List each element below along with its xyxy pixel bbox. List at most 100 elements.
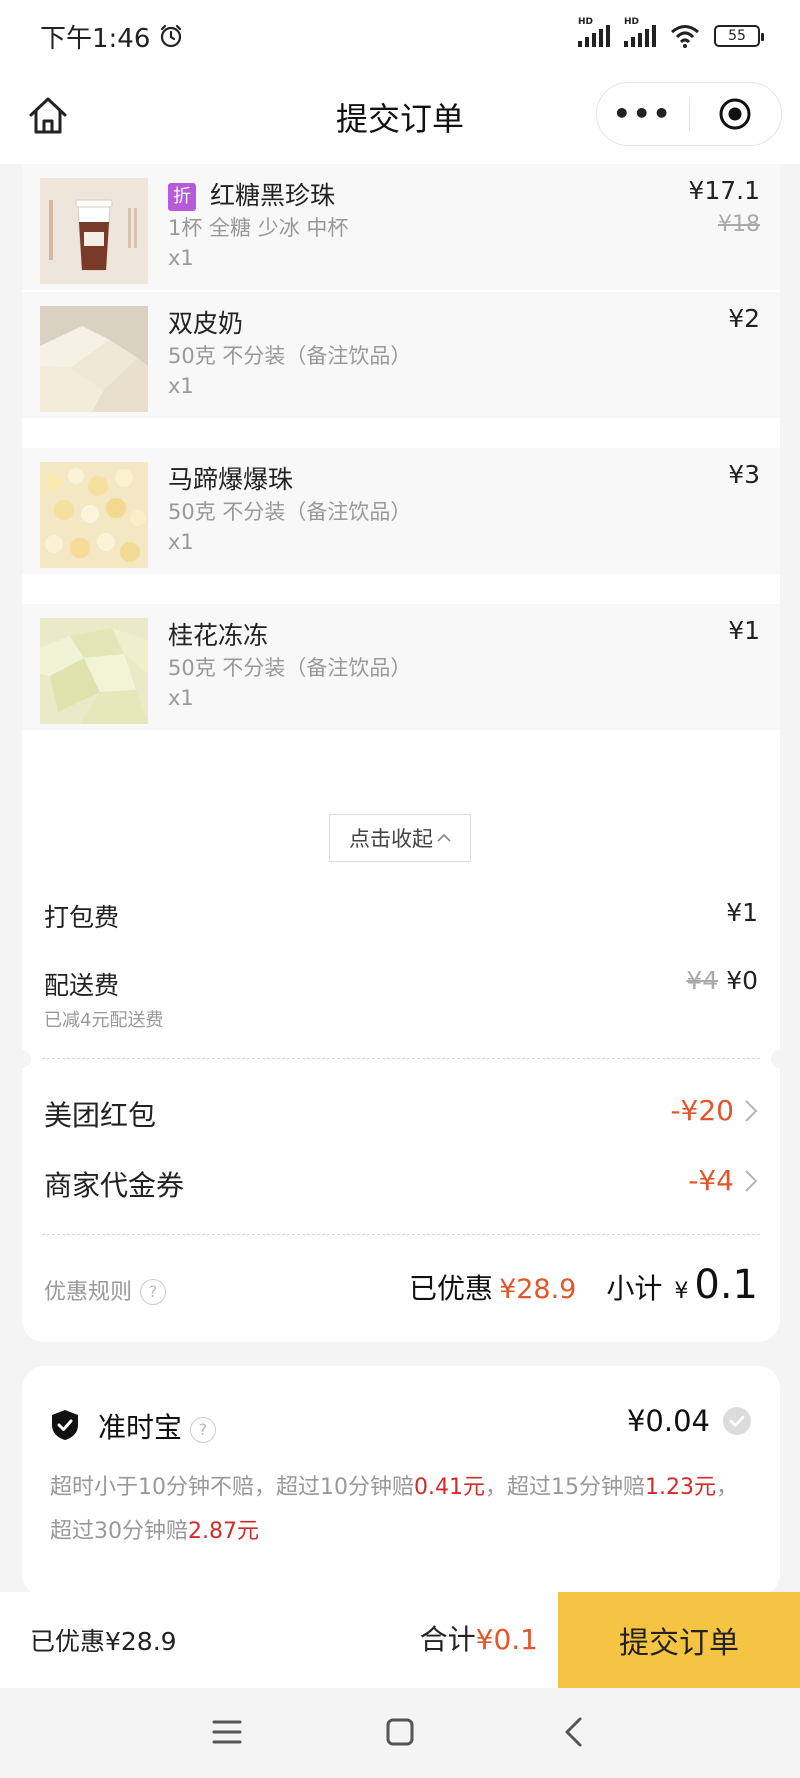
promo-label: 美团红包 [44, 1099, 157, 1132]
item-name: 折红糖黑珍珠 [168, 176, 335, 212]
insurance-title-row: 准时宝? [98, 1406, 217, 1446]
system-nav-bar [0, 1688, 800, 1778]
bottom-total: 合计¥0.1 [420, 1618, 538, 1658]
discount-value: ¥28.9 [499, 1274, 577, 1305]
target-icon [719, 98, 751, 130]
promo-value: -¥4 [688, 1164, 734, 1197]
order-card: 折红糖黑珍珠 1杯 全糖 少冰 中杯 x1 ¥17.1 ¥18 双皮奶 50克 … [13, 164, 789, 1342]
item-name: 桂花冻冻 [168, 621, 269, 650]
item-spec: 50克 不分装（备注饮品） [168, 500, 412, 524]
insurance-amount-3: 2.87元 [188, 1519, 259, 1544]
product-image [40, 306, 148, 412]
hd-label-2: HD [624, 17, 640, 27]
item-name: 马蹄爆爆珠 [168, 465, 294, 494]
subtotal-currency: ¥ [674, 1279, 689, 1304]
shield-check-icon [52, 1410, 78, 1440]
item-spec: 1杯 全糖 少冰 中杯 [168, 216, 349, 240]
item-price: ¥3 [728, 460, 760, 489]
item-price: ¥2 [728, 304, 760, 333]
total-label: 合计 [419, 1623, 476, 1656]
status-time: 下午1:46 [40, 23, 151, 54]
back-icon[interactable] [562, 1716, 584, 1748]
packing-fee-value: ¥1 [726, 898, 758, 927]
bottom-bar: 已优惠¥28.9 合计¥0.1 提交订单 [0, 1592, 800, 1688]
item-qty: x1 [168, 530, 194, 554]
list-item[interactable]: 双皮奶 50克 不分装（备注饮品） x1 ¥2 [22, 292, 780, 418]
total-value: ¥0.1 [475, 1623, 538, 1656]
list-item[interactable]: 马蹄爆爆珠 50克 不分装（备注饮品） x1 ¥3 [22, 448, 780, 574]
delivery-price: ¥0 [726, 966, 758, 995]
item-price: ¥17.1 [688, 176, 760, 205]
chevron-up-icon [437, 833, 451, 842]
submit-order-button[interactable]: 提交订单 [558, 1592, 800, 1688]
delivery-fee-note: 已减4元配送费 [44, 1010, 164, 1031]
help-icon[interactable]: ? [190, 1416, 217, 1443]
item-name-text: 红糖黑珍珠 [210, 181, 336, 210]
insurance-amount-2: 1.23元 [645, 1475, 716, 1500]
hd-label: HD [578, 17, 594, 27]
packing-fee-label: 打包费 [44, 903, 120, 932]
collapse-label: 点击收起 [349, 827, 433, 851]
mini-program-capsule: ••• [596, 82, 782, 146]
wifi-icon [671, 25, 699, 48]
home-square-icon[interactable] [386, 1718, 414, 1746]
menu-icon[interactable] [212, 1718, 242, 1746]
status-left: 下午1:46 [40, 18, 184, 55]
rules-label: 优惠规则 [44, 1280, 133, 1305]
discount-rules[interactable]: 优惠规则? [44, 1274, 167, 1306]
insurance-desc-1: 超时小于10分钟不赔，超过10分钟赔 [50, 1475, 414, 1500]
item-name: 双皮奶 [168, 309, 244, 338]
card-notch-left [13, 1050, 31, 1068]
nav-bar: 提交订单 ••• [0, 72, 800, 164]
close-program-button[interactable] [690, 97, 782, 131]
promo-value: -¥20 [670, 1094, 734, 1127]
signal-icon: HD [578, 17, 610, 47]
merchant-coupon-row[interactable]: 商家代金券 -¥4 [44, 1164, 758, 1204]
ontime-insurance-card: 准时宝? ¥0.04 超时小于10分钟不赔，超过10分钟赔0.41元，超过15分… [22, 1366, 780, 1596]
insurance-title: 准时宝 [98, 1411, 183, 1444]
item-qty: x1 [168, 246, 194, 270]
item-spec: 50克 不分装（备注饮品） [168, 344, 412, 368]
card-notch-right [771, 1050, 789, 1068]
insurance-desc-2: ，超过15分钟赔 [485, 1475, 645, 1500]
delivery-fee-row: 配送费 ¥4 ¥0 [44, 966, 758, 1002]
item-original-price: ¥18 [718, 212, 760, 237]
subtotal-label: 小计 [606, 1272, 663, 1305]
bottom-discount-text: 已优惠¥28.9 [30, 1627, 177, 1656]
product-image [40, 618, 148, 724]
promo-label: 商家代金券 [44, 1169, 185, 1202]
list-item[interactable]: 折红糖黑珍珠 1杯 全糖 少冰 中杯 x1 ¥17.1 ¥18 [22, 164, 780, 290]
subtotal-value: 0.1 [694, 1262, 758, 1308]
battery-level: 55 [728, 28, 746, 44]
delivery-original-price: ¥4 [686, 966, 719, 995]
product-image [40, 178, 148, 284]
chevron-right-icon [745, 1100, 758, 1122]
chevron-right-icon [745, 1170, 758, 1192]
delivery-fee-label: 配送费 [44, 971, 120, 1000]
item-qty: x1 [168, 686, 194, 710]
product-image [40, 462, 148, 568]
divider [42, 1234, 760, 1235]
help-icon: ? [140, 1278, 167, 1305]
insurance-description: 超时小于10分钟不赔，超过10分钟赔0.41元，超过15分钟赔1.23元，超过3… [50, 1466, 750, 1554]
order-summary: 已优惠 ¥28.9 小计 ¥ 0.1 [409, 1262, 758, 1308]
battery-icon: 55 [714, 25, 764, 47]
packing-fee-row: 打包费 ¥1 [44, 898, 758, 934]
status-bar: 下午1:46 HD HD 55 [0, 0, 800, 72]
item-price: ¥1 [728, 616, 760, 645]
collapse-button[interactable]: 点击收起 [329, 814, 471, 862]
check-circle-icon[interactable] [722, 1406, 752, 1436]
meituan-redpacket-row[interactable]: 美团红包 -¥20 [44, 1094, 758, 1134]
discount-tag: 折 [168, 183, 196, 211]
alarm-icon [161, 24, 182, 48]
signal-icon-2: HD [624, 17, 656, 47]
more-button[interactable]: ••• [597, 100, 689, 128]
divider [42, 1058, 760, 1059]
insurance-price: ¥0.04 [626, 1404, 710, 1438]
status-right: HD HD 55 [578, 17, 764, 48]
discount-label: 已优惠 [409, 1272, 494, 1305]
list-item[interactable]: 桂花冻冻 50克 不分装（备注饮品） x1 ¥1 [22, 604, 780, 730]
delivery-fee-value: ¥4 ¥0 [686, 966, 758, 995]
item-qty: x1 [168, 374, 194, 398]
item-spec: 50克 不分装（备注饮品） [168, 656, 412, 680]
